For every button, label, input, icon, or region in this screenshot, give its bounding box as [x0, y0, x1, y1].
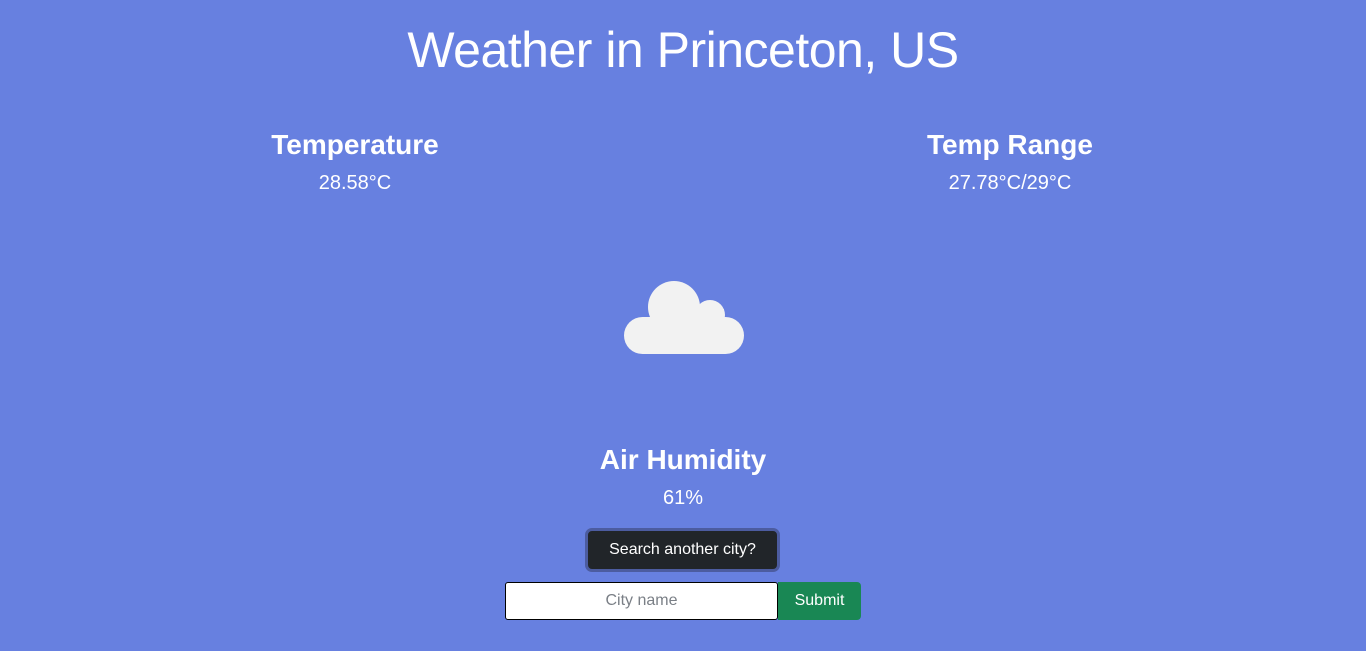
cloud-icon — [624, 281, 744, 354]
humidity-panel: Air Humidity 61% — [523, 443, 843, 511]
temp-range-value: 27.78°C/29°C — [948, 172, 1072, 194]
search-another-city-button[interactable]: Search another city? — [585, 528, 780, 572]
temp-range-label: Temp Range — [927, 129, 1093, 160]
city-name-input[interactable] — [505, 582, 778, 620]
humidity-label: Air Humidity — [599, 444, 767, 475]
temperature-value: 28.58°C — [318, 172, 392, 194]
humidity-value: 61% — [662, 487, 704, 509]
weather-page: Weather in Princeton, US Temperature 28.… — [0, 0, 1366, 651]
submit-button[interactable]: Submit — [778, 582, 861, 620]
temperature-label: Temperature — [271, 129, 439, 160]
temp-range-panel: Temp Range 27.78°C/29°C — [850, 128, 1170, 196]
page-title: Weather in Princeton, US — [407, 22, 959, 78]
temperature-panel: Temperature 28.58°C — [195, 128, 515, 196]
